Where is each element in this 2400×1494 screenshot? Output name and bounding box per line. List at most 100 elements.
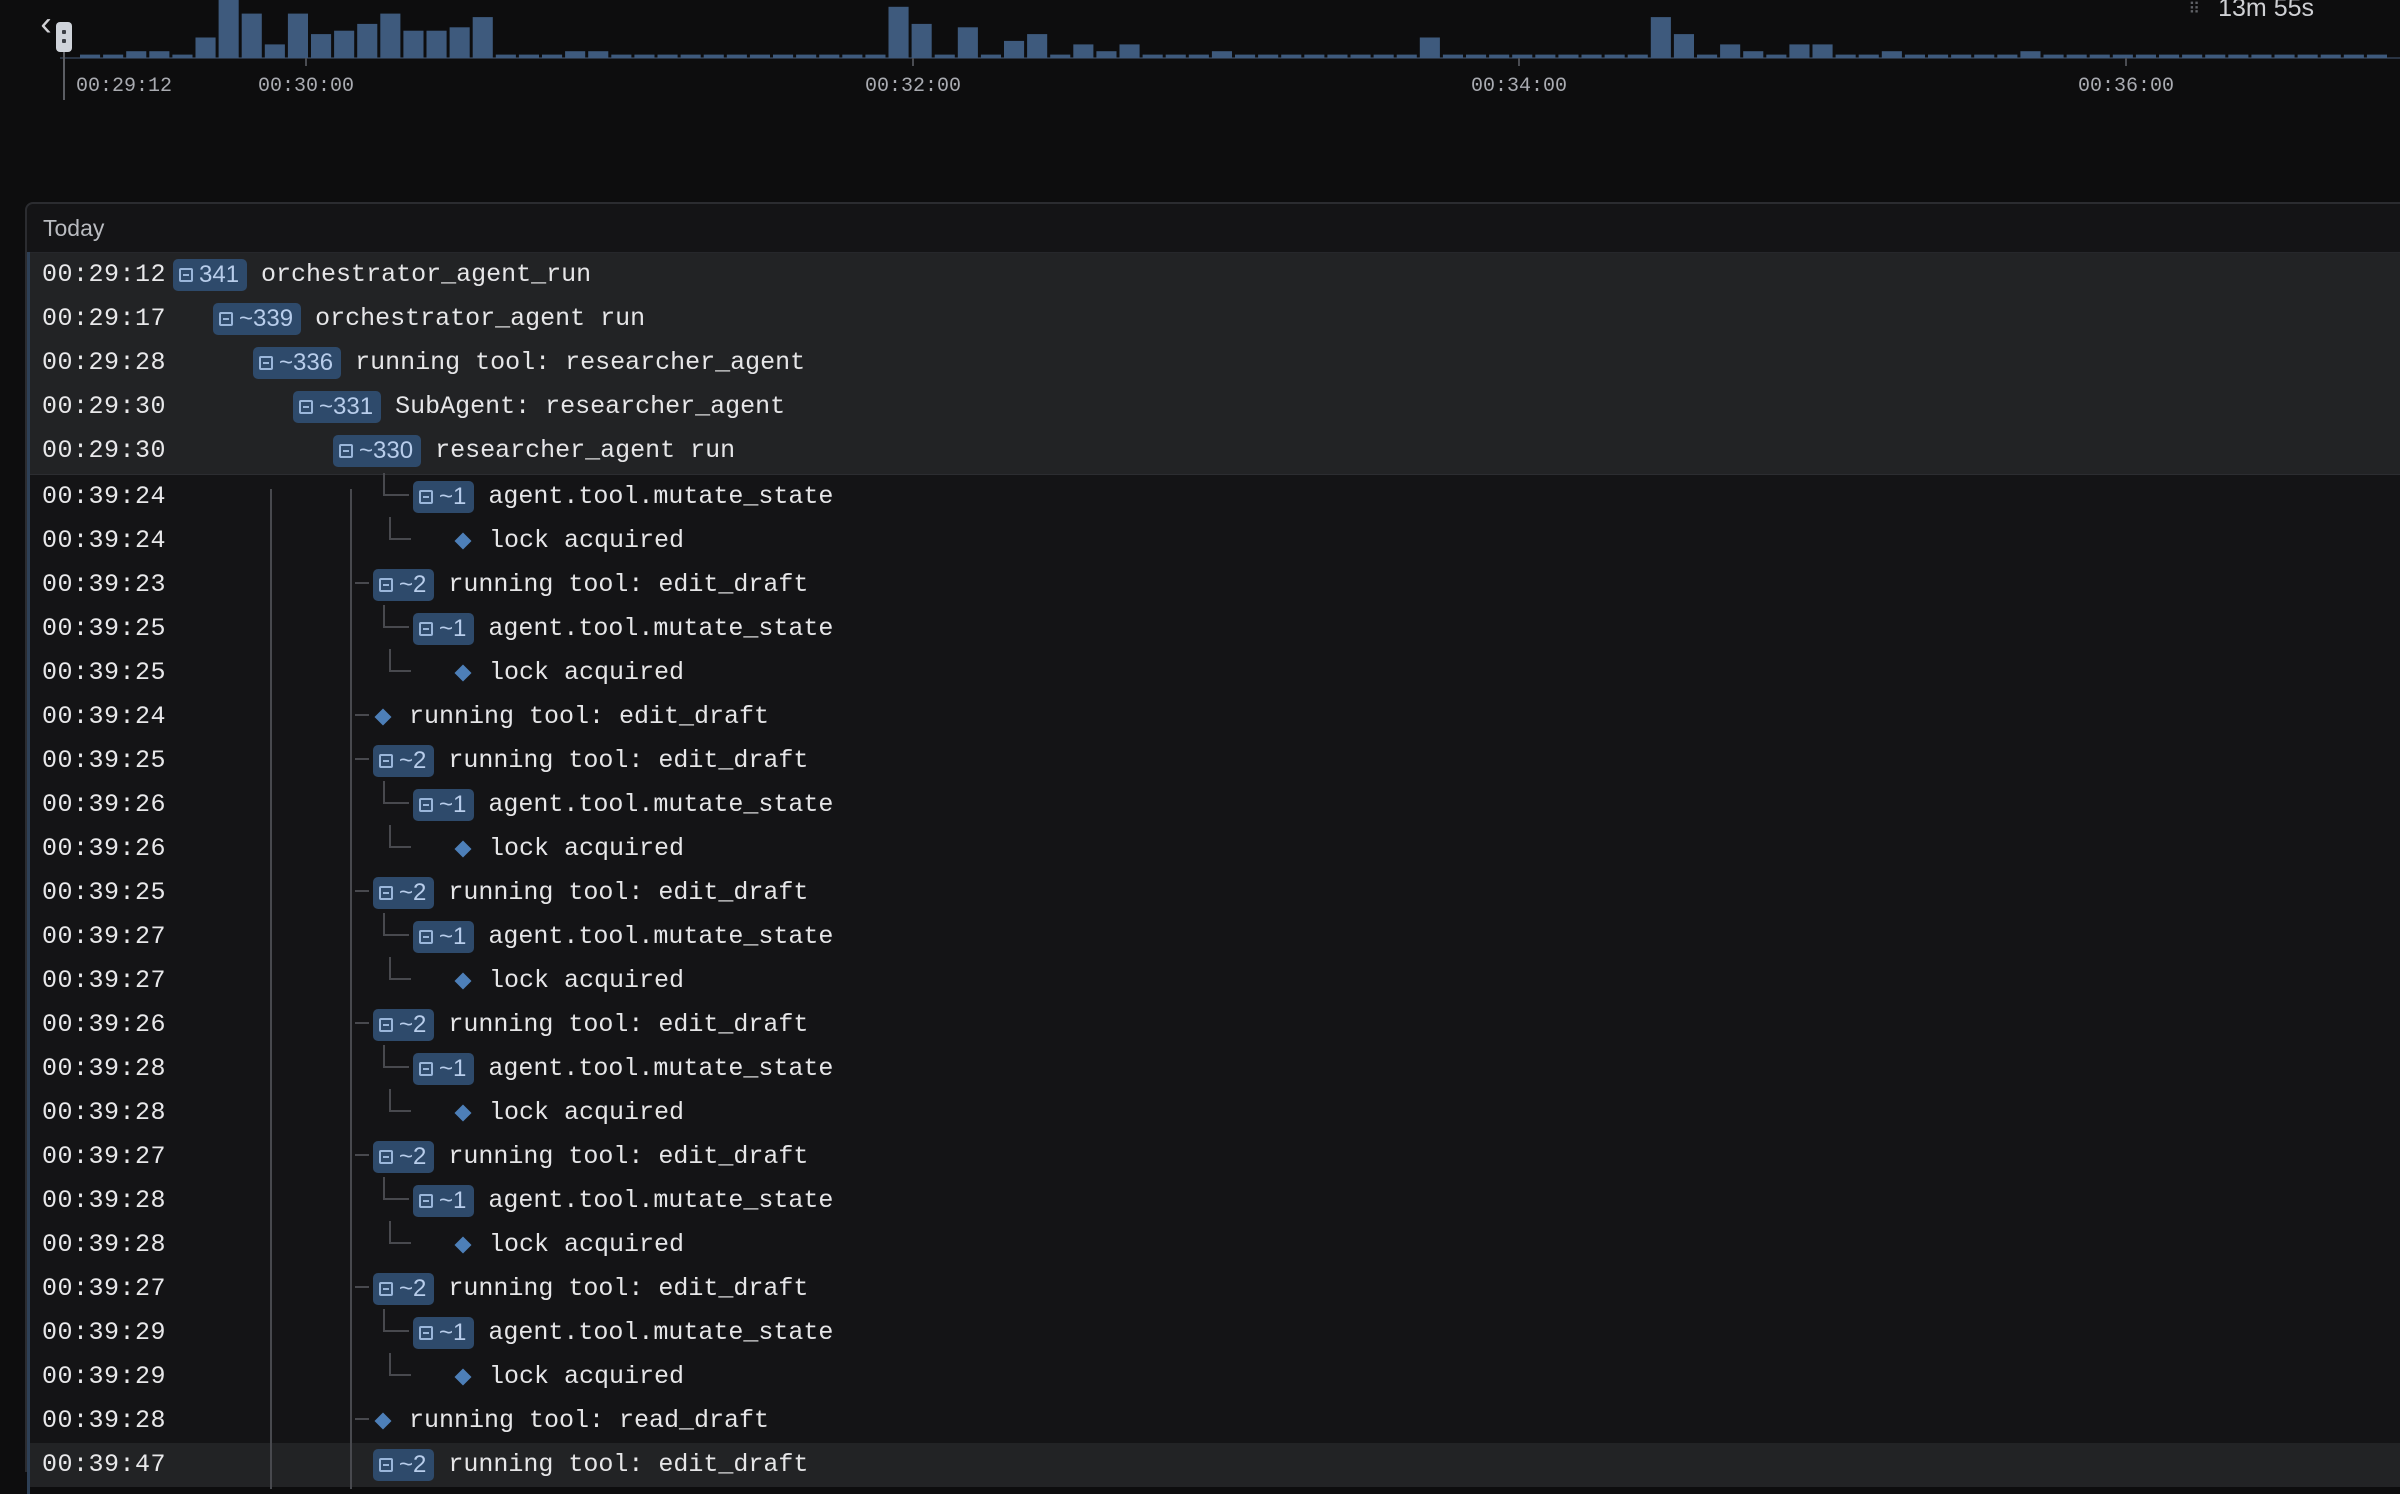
- trace-node[interactable]: lock acquired: [453, 1091, 684, 1135]
- histogram-bar[interactable]: [980, 54, 1001, 58]
- trace-row[interactable]: 00:39:27 ~2 running tool: edit_draft: [27, 1135, 2400, 1179]
- trace-node[interactable]: lock acquired: [453, 1223, 684, 1267]
- histogram-bar[interactable]: [2297, 54, 2318, 58]
- trace-row[interactable]: 00:39:25 ~2 running tool: edit_draft: [27, 739, 2400, 783]
- histogram-bar[interactable]: [1142, 54, 1163, 58]
- collapse-icon[interactable]: [419, 798, 433, 812]
- trace-node[interactable]: lock acquired: [453, 651, 684, 695]
- trace-row[interactable]: 00:29:17 ~339 orchestrator_agent run: [27, 297, 2400, 341]
- collapse-count-badge[interactable]: ~1: [413, 921, 475, 953]
- histogram-bar[interactable]: [426, 30, 447, 58]
- timeline-histogram[interactable]: 00:29:12 00:30:00 00:32:00 00:34:00 00:36:00…: [0, 0, 2400, 200]
- collapse-icon[interactable]: [379, 886, 393, 900]
- trace-row[interactable]: 00:39:24 lock acquired: [27, 519, 2400, 563]
- histogram-bar[interactable]: [2159, 54, 2180, 58]
- trace-row[interactable]: 00:29:30 ~330 researcher_agent run: [27, 429, 2400, 475]
- histogram-bar[interactable]: [588, 51, 609, 58]
- trace-node[interactable]: ~2 running tool: edit_draft: [373, 563, 808, 607]
- trace-node[interactable]: ~2 running tool: edit_draft: [373, 1135, 808, 1179]
- histogram-bar[interactable]: [611, 54, 632, 58]
- collapse-count-badge[interactable]: ~331: [293, 391, 382, 423]
- histogram-bar[interactable]: [1812, 44, 1833, 58]
- trace-node[interactable]: ~1 agent.tool.mutate_state: [413, 915, 833, 959]
- histogram-bar[interactable]: [796, 54, 817, 58]
- histogram-bar[interactable]: [2366, 54, 2387, 58]
- histogram-bar[interactable]: [1974, 54, 1995, 58]
- trace-node[interactable]: ~2 running tool: edit_draft: [373, 1003, 808, 1047]
- histogram-bar[interactable]: [1327, 54, 1348, 58]
- trace-node[interactable]: ~336 running tool: researcher_agent: [253, 341, 805, 385]
- collapse-icon[interactable]: [419, 1062, 433, 1076]
- trace-node[interactable]: ~1 agent.tool.mutate_state: [413, 783, 833, 827]
- trace-node[interactable]: ~339 orchestrator_agent run: [213, 297, 645, 341]
- collapse-icon[interactable]: [379, 1150, 393, 1164]
- collapse-count-badge[interactable]: ~330: [333, 435, 422, 467]
- histogram-bar[interactable]: [495, 54, 516, 58]
- histogram-bar[interactable]: [911, 23, 932, 58]
- collapse-icon[interactable]: [219, 312, 233, 326]
- trace-node[interactable]: lock acquired: [453, 827, 684, 871]
- histogram-bar[interactable]: [1881, 51, 1902, 58]
- histogram-bar[interactable]: [1997, 54, 2018, 58]
- histogram-bar[interactable]: [1835, 54, 1856, 58]
- trace-node[interactable]: 341 orchestrator_agent_run: [173, 253, 591, 297]
- trace-node[interactable]: ~2 running tool: edit_draft: [373, 739, 808, 783]
- scrubber-handle[interactable]: [56, 22, 72, 52]
- histogram-bar[interactable]: [1673, 34, 1694, 58]
- histogram-bar[interactable]: [1627, 54, 1648, 58]
- trace-node[interactable]: lock acquired: [453, 1355, 684, 1399]
- histogram-bar[interactable]: [819, 54, 840, 58]
- collapse-icon[interactable]: [419, 1194, 433, 1208]
- trace-node[interactable]: ~1 agent.tool.mutate_state: [413, 1047, 833, 1091]
- histogram-bar[interactable]: [1442, 54, 1463, 58]
- histogram-bar[interactable]: [518, 54, 539, 58]
- histogram-bar[interactable]: [1558, 54, 1579, 58]
- histogram-bar[interactable]: [334, 30, 355, 58]
- collapse-icon[interactable]: [419, 490, 433, 504]
- histogram-bar[interactable]: [842, 54, 863, 58]
- histogram-bar[interactable]: [1373, 54, 1394, 58]
- histogram-bar[interactable]: [1766, 54, 1787, 58]
- histogram-bar[interactable]: [1650, 17, 1671, 59]
- collapse-count-badge[interactable]: ~1: [413, 1053, 475, 1085]
- collapse-count-badge[interactable]: ~2: [373, 1009, 435, 1041]
- histogram-bar[interactable]: [1258, 54, 1279, 58]
- histogram-bar[interactable]: [1720, 44, 1741, 58]
- histogram-bar[interactable]: [1928, 54, 1949, 58]
- histogram-bar[interactable]: [1581, 54, 1602, 58]
- trace-node[interactable]: ~1 agent.tool.mutate_state: [413, 1311, 833, 1355]
- histogram-chart[interactable]: 00:29:12 00:30:00 00:32:00 00:34:00 00:36:00: [0, 0, 2400, 100]
- trace-row[interactable]: 00:39:25 ~2 running tool: edit_draft: [27, 871, 2400, 915]
- collapse-icon[interactable]: [379, 1458, 393, 1472]
- histogram-bar[interactable]: [2228, 54, 2249, 58]
- histogram-bar[interactable]: [726, 54, 747, 58]
- histogram-bar[interactable]: [1027, 34, 1048, 58]
- histogram-bar[interactable]: [1165, 54, 1186, 58]
- histogram-bar[interactable]: [1281, 54, 1302, 58]
- histogram-bar[interactable]: [195, 37, 216, 59]
- collapse-count-badge[interactable]: ~1: [413, 613, 475, 645]
- collapse-count-badge[interactable]: ~2: [373, 569, 435, 601]
- histogram-bar[interactable]: [357, 23, 378, 58]
- trace-node[interactable]: lock acquired: [453, 519, 684, 563]
- histogram-bar[interactable]: [1235, 54, 1256, 58]
- histogram-bar[interactable]: [2320, 54, 2341, 58]
- histogram-bar[interactable]: [311, 34, 332, 58]
- trace-node[interactable]: ~331 SubAgent: researcher_agent: [293, 385, 785, 429]
- histogram-bar[interactable]: [1096, 51, 1117, 58]
- trace-row[interactable]: 00:39:28 lock acquired: [27, 1223, 2400, 1267]
- histogram-bar[interactable]: [773, 54, 794, 58]
- collapse-icon[interactable]: [179, 268, 193, 282]
- histogram-bar[interactable]: [218, 0, 239, 58]
- collapse-count-badge[interactable]: 341: [173, 259, 248, 291]
- histogram-bar[interactable]: [680, 54, 701, 58]
- histogram-bar[interactable]: [241, 13, 262, 59]
- histogram-bar[interactable]: [2343, 54, 2364, 58]
- histogram-bar[interactable]: [2043, 54, 2064, 58]
- histogram-bar[interactable]: [1489, 54, 1510, 58]
- histogram-bar[interactable]: [749, 54, 770, 58]
- collapse-count-badge[interactable]: ~2: [373, 877, 435, 909]
- collapse-icon[interactable]: [419, 930, 433, 944]
- drag-handle-icon[interactable]: ⠿: [2188, 1, 2200, 18]
- histogram-bar[interactable]: [472, 17, 493, 59]
